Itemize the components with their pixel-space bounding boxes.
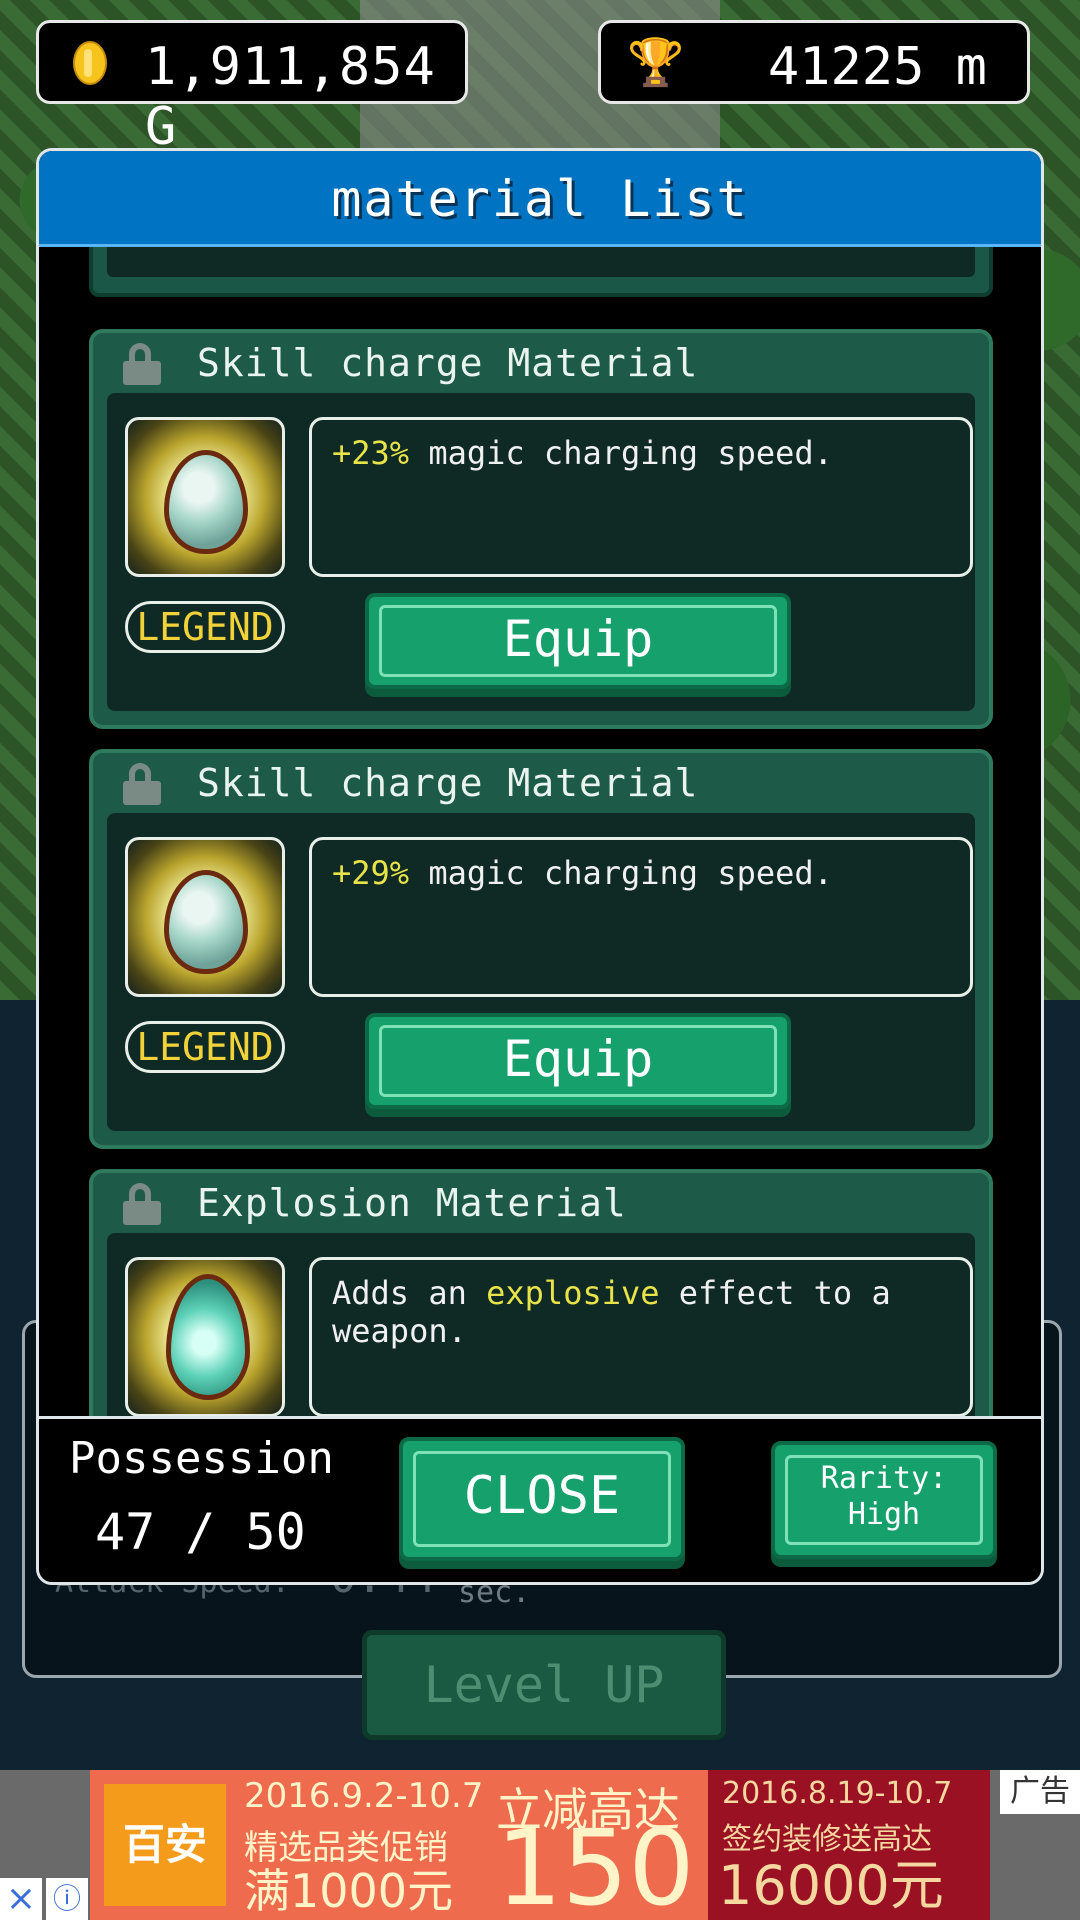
description-text: magic charging speed. bbox=[409, 434, 833, 472]
equip-button[interactable]: Equip bbox=[365, 1013, 791, 1109]
rarity-sort-button[interactable]: Rarity: High bbox=[771, 1441, 997, 1559]
possession-count: 47 / 50 bbox=[95, 1503, 306, 1561]
material-image bbox=[125, 837, 285, 997]
material-list[interactable]: Skill charge Material LEGEND +23% magic … bbox=[39, 247, 1041, 1429]
ad-close-icon[interactable]: × bbox=[0, 1878, 42, 1920]
bonus-value: +29% bbox=[332, 854, 410, 892]
ad-amount: 16000元 bbox=[718, 1854, 944, 1917]
ad-date-secondary: 2016.8.19-10.7 bbox=[722, 1776, 953, 1811]
gold-amount: 1,911,854 G bbox=[145, 37, 436, 157]
ad-promo-text: 精选品类促销 bbox=[244, 1828, 448, 1868]
level-up-button[interactable]: Level UP bbox=[362, 1630, 726, 1740]
material-description: +29% magic charging speed. bbox=[309, 837, 973, 997]
close-button[interactable]: CLOSE bbox=[399, 1437, 685, 1561]
egg-icon bbox=[164, 450, 248, 554]
ad-banner[interactable]: 百安居 2016.9.2-10.7 精选品类促销 满1000元 立减高达 150… bbox=[0, 1770, 1080, 1920]
unlock-icon[interactable] bbox=[123, 343, 161, 385]
material-title: Explosion Material bbox=[197, 1181, 627, 1225]
list-item: Explosion Material Adds an explosive eff… bbox=[89, 1169, 993, 1429]
list-item-partial bbox=[89, 247, 993, 297]
bonus-value: +23% bbox=[332, 434, 410, 472]
ad-threshold: 满1000元 bbox=[244, 1864, 454, 1918]
egg-icon bbox=[164, 870, 248, 974]
equip-button[interactable]: Equip bbox=[365, 593, 791, 689]
ad-label: 广告 bbox=[1000, 1770, 1080, 1814]
material-list-modal: material List Skill charge Material LEGE… bbox=[36, 148, 1044, 1585]
drop-icon bbox=[166, 1274, 250, 1400]
ad-logo: 百安居 bbox=[104, 1784, 226, 1906]
description-text: magic charging speed. bbox=[409, 854, 833, 892]
trophy-icon: 🏆 bbox=[627, 35, 685, 89]
ad-right-panel: 2016.8.19-10.7 签约装修送高达 16000元 bbox=[708, 1770, 990, 1920]
coin-icon bbox=[73, 41, 107, 85]
possession-label: Possession bbox=[69, 1433, 334, 1484]
rarity-sort-label: Rarity: bbox=[820, 1461, 948, 1496]
modal-title: material List bbox=[39, 151, 1041, 247]
description-prefix: Adds an bbox=[332, 1274, 487, 1312]
material-title: Skill charge Material bbox=[197, 761, 699, 805]
modal-footer: Possession 47 / 50 CLOSE Rarity: High bbox=[39, 1416, 1041, 1582]
list-item: Skill charge Material LEGEND +29% magic … bbox=[89, 749, 993, 1149]
ad-big-number: 150 bbox=[496, 1807, 695, 1920]
distance-amount: 41225 m bbox=[767, 37, 987, 97]
material-image bbox=[125, 1257, 285, 1417]
unlock-icon[interactable] bbox=[123, 763, 161, 805]
list-item: Skill charge Material LEGEND +23% magic … bbox=[89, 329, 993, 729]
gold-counter: 1,911,854 G bbox=[36, 20, 468, 157]
ad-sign-text: 签约装修送高达 bbox=[722, 1822, 932, 1857]
rarity-badge: LEGEND bbox=[125, 601, 285, 653]
material-title: Skill charge Material bbox=[197, 341, 699, 385]
effect-keyword: explosive bbox=[486, 1274, 660, 1312]
ad-info-icon[interactable]: ⓘ bbox=[46, 1878, 88, 1920]
ad-date: 2016.9.2-10.7 bbox=[244, 1776, 484, 1816]
unlock-icon[interactable] bbox=[123, 1183, 161, 1225]
ad-content[interactable]: 百安居 2016.9.2-10.7 精选品类促销 满1000元 立减高达 150… bbox=[90, 1770, 990, 1920]
material-description: +23% magic charging speed. bbox=[309, 417, 973, 577]
rarity-badge: LEGEND bbox=[125, 1021, 285, 1073]
rarity-sort-value: High bbox=[847, 1497, 921, 1532]
distance-counter: 🏆 41225 m bbox=[598, 20, 1030, 104]
material-description: Adds an explosive effect to a weapon. bbox=[309, 1257, 973, 1417]
material-image bbox=[125, 417, 285, 577]
